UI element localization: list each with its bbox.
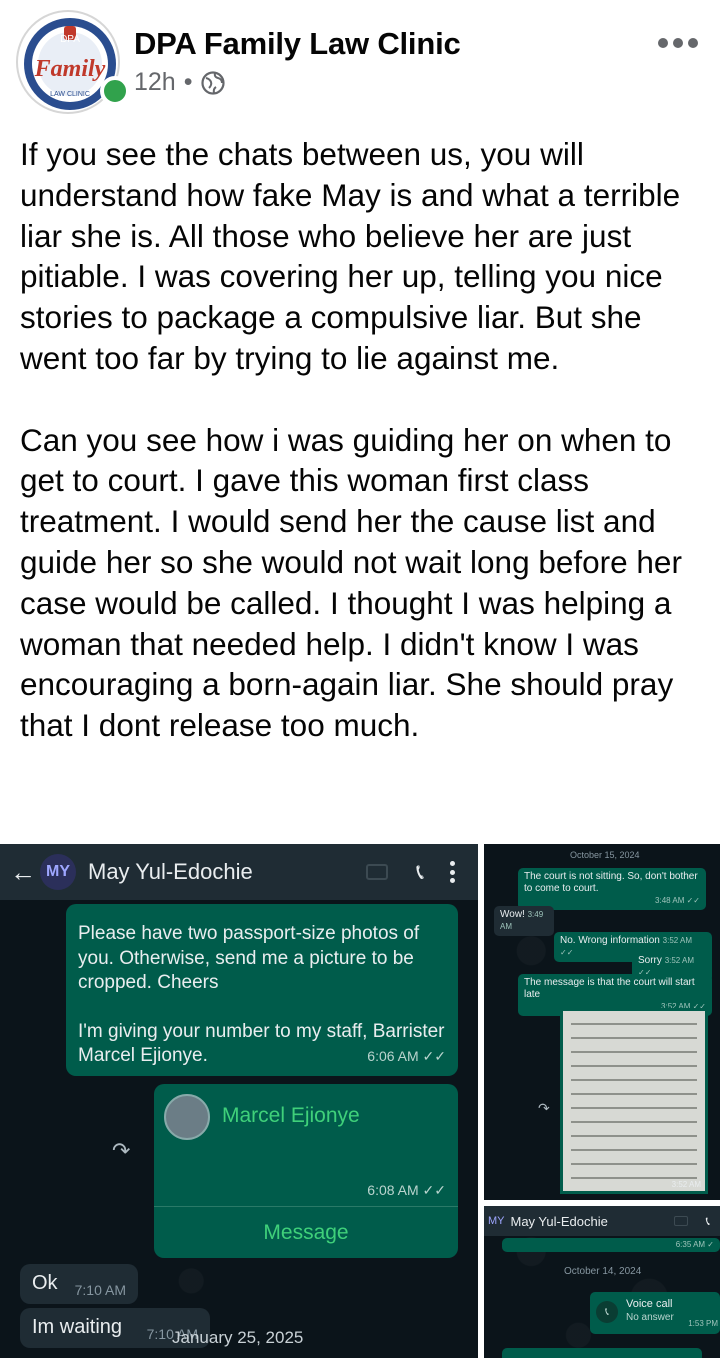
missed-call-icon: 📞︎ [596,1301,618,1323]
outgoing-message: The court is not sitting. So, don't both… [518,868,706,910]
post-text: If you see the chats between us, you wil… [20,134,710,746]
message-time: 7:10 AM [74,1282,126,1298]
logo-main-text: Family [34,56,106,82]
logo-top-text: DPA [60,34,80,45]
voice-call-message: 📞︎ Voice call No answer 1:53 PM [590,1292,720,1334]
incoming-message: Ok 7:10 AM [20,1264,138,1304]
globe-icon [201,70,226,95]
outgoing-message: 6:35 AM ✓ [502,1238,720,1252]
message-time: 6:06 AM ✓✓ [367,1047,446,1064]
chat-contact-name: May Yul-Edochie [88,859,253,884]
more-options-icon[interactable] [658,38,698,50]
post-meta: 12h • [134,68,226,97]
message-time: 6:35 AM ✓ [675,1240,714,1249]
message-time: 3:52 AM [671,1180,701,1189]
online-status-dot [100,76,130,106]
message-time: 6:08 AM ✓✓ [367,1182,446,1198]
message-text: Im waiting [32,1316,123,1338]
forward-icon: ↷ [538,1100,550,1116]
call-status: No answer [626,1312,674,1323]
message-text: Please have two passport-size photos of … [78,923,420,993]
video-call-icon [366,864,389,880]
call-title: Voice call [626,1298,673,1310]
logo-sub-text: LAW CLINIC [50,91,90,98]
meta-separator: • [183,68,193,96]
message-time: 1:53 PM [688,1319,718,1328]
chat-date-label: October 15, 2024 [570,850,640,860]
message-text: Ok [32,1272,58,1294]
post-paragraph: If you see the chats between us, you wil… [20,136,681,376]
message-text: The court is not sitting. So, don't both… [524,871,698,894]
chat-date-label: October 14, 2024 [564,1266,642,1277]
post-image-right-top[interactable]: October 15, 2024 The court is not sittin… [484,844,720,1200]
video-call-icon [673,1216,688,1226]
post-header: DPA Family LAW CLINIC DPA Family Law Cli… [0,0,720,120]
post-image-main[interactable]: ← MY May Yul-Edochie 📞︎ Please have two … [0,844,478,1358]
back-arrow-icon: ← [10,856,36,887]
chat-date-label: January 25, 2025 [172,1328,304,1347]
contact-card-message-button: Message [154,1206,458,1258]
chat-header: ← MY May Yul-Edochie 📞︎ [0,844,478,900]
contact-avatar: MY [40,854,76,890]
phone-icon: 📞︎ [705,1213,710,1228]
page-name[interactable]: DPA Family Law Clinic [134,26,461,62]
message-text: The message is that the court will start… [524,977,695,1000]
post-image-right-bottom[interactable]: MY May Yul-Edochie 📞︎ 6:35 AM ✓ October … [484,1206,720,1358]
page-avatar[interactable]: DPA Family LAW CLINIC [16,10,130,114]
forward-icon: ↷ [112,1138,131,1163]
chat-contact-name: May Yul-Edochie [510,1213,608,1229]
post-time[interactable]: 12h [134,68,176,97]
phone-icon: 📞︎ [416,859,424,884]
message-text: No. Wrong information [560,935,660,946]
contact-card-avatar [164,1094,210,1140]
outgoing-message [502,1348,702,1358]
menu-icon [450,861,456,883]
post-paragraph: Can you see how i was guiding her on whe… [20,421,682,744]
contact-avatar: MY [488,1215,505,1227]
message-text: Wow! [500,909,525,920]
outgoing-message: Please have two passport-size photos of … [66,904,458,1076]
message-text: Sorry [638,955,662,966]
contact-card-message: Marcel Ejionye 6:08 AM ✓✓ [154,1084,458,1216]
incoming-message: Wow! 3:49 AM [494,906,554,936]
contact-card-name: Marcel Ejionye [222,1104,360,1127]
message-time: 3:48 AM ✓✓ [655,896,700,905]
cause-list-photo: 3:52 AM [560,1008,708,1194]
chat-header: MY May Yul-Edochie 📞︎ [484,1206,720,1236]
